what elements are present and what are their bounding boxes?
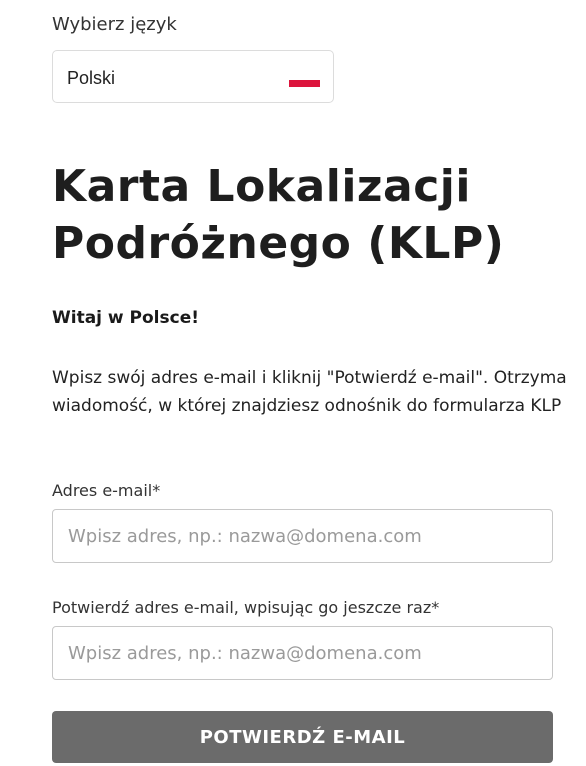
page-title-line-2: Podróżnego (KLP) — [52, 218, 505, 269]
intro-line-2: wiadomość, w której znajdziesz odnośnik … — [52, 396, 562, 416]
page-title: Karta Lokalizacji Podróżnego (KLP) — [52, 158, 586, 272]
language-label: Wybierz język — [52, 14, 177, 35]
email-label: Adres e-mail* — [52, 481, 161, 500]
language-selected-value: Polski — [67, 68, 116, 88]
language-select[interactable]: Polski — [52, 50, 334, 103]
welcome-text: Witaj w Polsce! — [52, 308, 199, 328]
poland-flag-icon — [289, 73, 320, 87]
email-input[interactable] — [52, 509, 553, 563]
klp-page: Wybierz język Polski Karta Lokalizacji P… — [0, 0, 586, 766]
email-confirm-input[interactable] — [52, 626, 553, 680]
email-confirm-label: Potwierdź adres e-mail, wpisując go jesz… — [52, 598, 440, 617]
intro-line-1: Wpisz swój adres e-mail i kliknij "Potwi… — [52, 368, 567, 388]
intro-paragraph: Wpisz swój adres e-mail i kliknij "Potwi… — [52, 364, 586, 420]
page-title-line-1: Karta Lokalizacji — [52, 161, 471, 212]
confirm-email-button[interactable]: POTWIERDŹ E-MAIL — [52, 711, 553, 763]
